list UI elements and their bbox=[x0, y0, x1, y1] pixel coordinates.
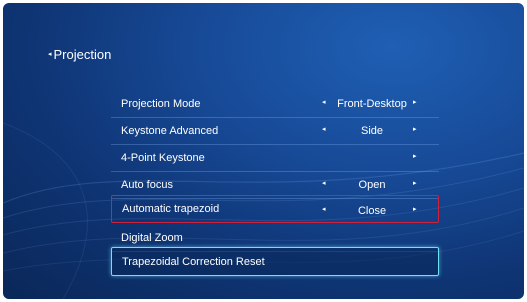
menu-item-label: Keystone Advanced bbox=[121, 125, 219, 137]
left-arrow-icon[interactable]: ◂ bbox=[322, 99, 326, 106]
back-arrow-icon[interactable]: ◂ bbox=[48, 51, 52, 58]
right-arrow-icon[interactable]: ▸ bbox=[413, 153, 417, 160]
menu-item-value: Close bbox=[357, 205, 387, 217]
menu-item-trapezoidal-correction-reset[interactable]: Trapezoidal Correction Reset bbox=[111, 247, 439, 276]
menu-item-label: Auto focus bbox=[121, 179, 173, 191]
menu-item-projection-mode[interactable]: Projection Mode ◂ Front-Desktop ▸ bbox=[111, 91, 439, 118]
right-arrow-icon[interactable]: ▸ bbox=[413, 126, 417, 133]
projector-settings-screen: ◂ Projection Projection Mode ◂ Front-Des… bbox=[3, 3, 524, 299]
menu-item-value: Side bbox=[360, 125, 384, 137]
menu-item-label: 4-Point Keystone bbox=[121, 152, 205, 164]
left-arrow-icon[interactable]: ◂ bbox=[322, 126, 326, 133]
menu-item-label: Digital Zoom bbox=[121, 232, 183, 244]
page-header[interactable]: ◂ Projection bbox=[48, 47, 111, 62]
menu-item-keystone-advanced[interactable]: Keystone Advanced ◂ Side ▸ bbox=[111, 118, 439, 145]
menu-item-label: Projection Mode bbox=[121, 98, 201, 110]
menu-item-automatic-trapezoid[interactable]: Automatic trapezoid ◂ Close ▸ bbox=[111, 195, 439, 223]
menu-item-value: Open bbox=[358, 179, 386, 191]
right-arrow-icon[interactable]: ▸ bbox=[413, 206, 417, 213]
menu-item-label: Trapezoidal Correction Reset bbox=[122, 256, 265, 268]
right-arrow-icon[interactable]: ▸ bbox=[413, 99, 417, 106]
menu-item-4-point-keystone[interactable]: 4-Point Keystone ▸ bbox=[111, 145, 439, 172]
menu-item-label: Automatic trapezoid bbox=[122, 203, 220, 215]
menu-item-value: Front-Desktop bbox=[337, 98, 407, 110]
left-arrow-icon[interactable]: ◂ bbox=[322, 206, 326, 213]
right-arrow-icon[interactable]: ▸ bbox=[413, 180, 417, 187]
left-arrow-icon[interactable]: ◂ bbox=[322, 180, 326, 187]
page-title: Projection bbox=[53, 47, 112, 62]
